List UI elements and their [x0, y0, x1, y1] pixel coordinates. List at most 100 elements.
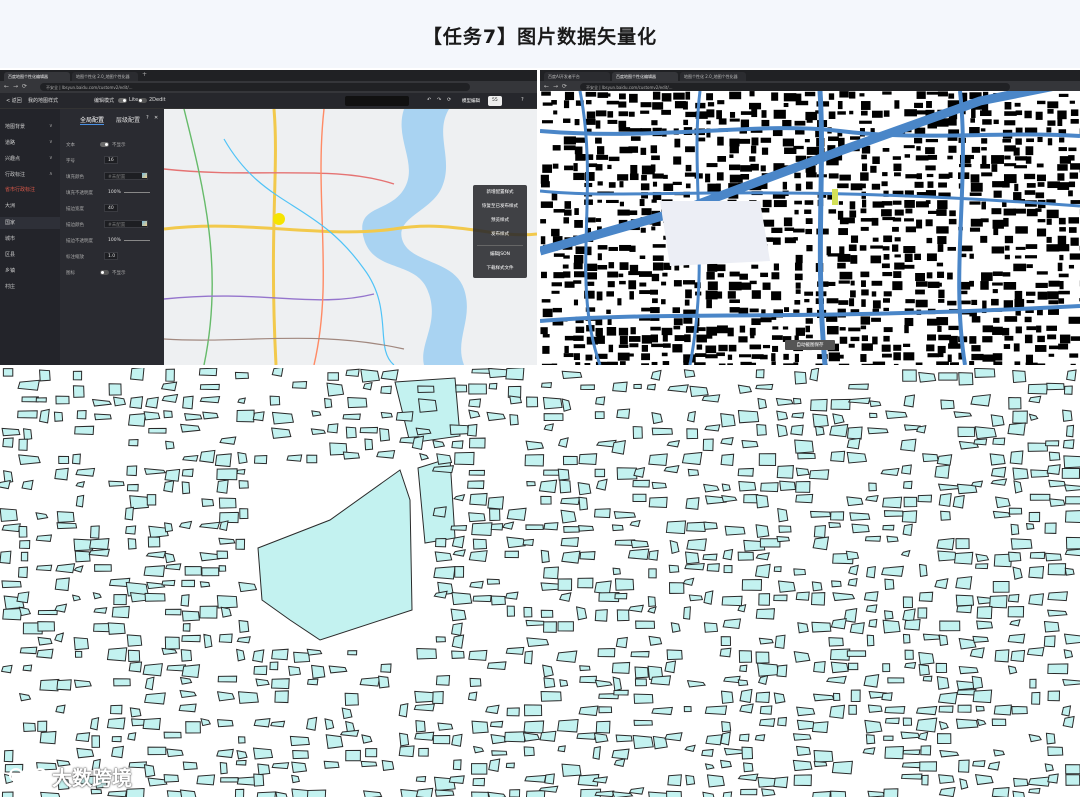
- lite-toggle[interactable]: [118, 98, 127, 103]
- layer-subitem[interactable]: 大洲: [5, 202, 15, 209]
- building-footprint: [437, 722, 454, 731]
- building-block: [926, 101, 932, 108]
- tab-level-config[interactable]: 层级配置: [116, 115, 140, 124]
- building-block: [597, 245, 608, 250]
- building-footprint: [199, 395, 221, 404]
- model-edit-button[interactable]: 模型编辑: [458, 96, 484, 106]
- menu-item[interactable]: 下载样式文件: [473, 265, 527, 271]
- building-footprint: [972, 635, 989, 643]
- building-block: [563, 136, 576, 145]
- layer-subitem-selected[interactable]: 省市行政标注: [5, 186, 35, 193]
- menu-item[interactable]: 恢复至已发布样式: [473, 203, 527, 209]
- watermark-logo-icon: [9, 768, 47, 782]
- layer-item[interactable]: 兴趣点: [5, 155, 20, 162]
- building-footprint: [993, 749, 1006, 757]
- layer-subitem[interactable]: 国家: [5, 219, 15, 226]
- layer-item[interactable]: 地图背景: [5, 123, 25, 130]
- 2d-toggle[interactable]: [138, 98, 147, 103]
- building-footprint: [813, 760, 828, 768]
- building-footprint: [1065, 764, 1080, 775]
- building-block: [564, 345, 569, 354]
- browser-tab[interactable]: 地图个性化 2.0_地图个性化器: [72, 72, 138, 81]
- building-block: [739, 282, 752, 290]
- url-field[interactable]: 不安全 | lbsyun.baidu.com/customv2/edit/...: [580, 83, 1010, 91]
- building-footprint: [882, 619, 901, 634]
- building-footprint: [469, 677, 482, 687]
- menu-item[interactable]: 发布样式: [473, 231, 527, 237]
- back-link[interactable]: < 返回: [6, 97, 22, 104]
- building-footprint: [185, 721, 201, 734]
- building-footprint: [1007, 422, 1026, 436]
- text-toggle[interactable]: [100, 142, 109, 147]
- chevron-up-icon[interactable]: ∧: [49, 171, 53, 177]
- building-footprint: [143, 764, 156, 778]
- close-icon[interactable]: ✕: [154, 115, 158, 121]
- layer-item[interactable]: 行政标注: [5, 171, 25, 178]
- building-footprint: [1065, 536, 1080, 550]
- building-footprint: [557, 468, 570, 481]
- building-footprint: [236, 750, 248, 760]
- building-footprint: [71, 453, 81, 465]
- menu-item[interactable]: 编辑JSON: [473, 251, 527, 257]
- building-footprint: [632, 479, 650, 488]
- building-block: [915, 362, 923, 365]
- building-footprint: [179, 689, 197, 699]
- reload-icon[interactable]: ⟳: [562, 83, 567, 90]
- browser-tab[interactable]: 百度AI开发者平台: [544, 72, 610, 81]
- help-circle-icon[interactable]: ?: [146, 115, 149, 121]
- layer-subitem[interactable]: 乡镇: [5, 267, 15, 274]
- chevron-down-icon[interactable]: ∨: [49, 155, 53, 161]
- browser-tabstrip: 百度AI开发者平台 百度地图个性化编辑器 地图个性化 2.0_地图个性化器: [540, 70, 1080, 81]
- refresh-icon[interactable]: ⟳: [447, 97, 451, 103]
- layer-subitem[interactable]: 村庄: [5, 283, 15, 290]
- publish-button[interactable]: 55: [488, 96, 502, 106]
- building-footprint: [809, 510, 832, 518]
- layer-item[interactable]: 道路: [5, 139, 15, 146]
- layer-subitem[interactable]: 区县: [5, 251, 15, 258]
- back-icon[interactable]: ←: [4, 83, 9, 90]
- building-block: [706, 334, 713, 339]
- forward-icon[interactable]: →: [553, 83, 558, 90]
- building-footprint: [868, 618, 878, 628]
- color-swatch[interactable]: [142, 221, 147, 226]
- chevron-down-icon[interactable]: ∨: [49, 139, 53, 145]
- menu-item[interactable]: 预览样式: [473, 217, 527, 223]
- browser-tab[interactable]: 地图个性化 2.0_地图个性化器: [680, 72, 746, 81]
- building-block: [564, 91, 575, 101]
- building-block: [749, 156, 756, 162]
- layer-subitem[interactable]: 城市: [5, 235, 15, 242]
- back-icon[interactable]: ←: [544, 83, 549, 90]
- building-footprint: [776, 535, 791, 543]
- building-footprint: [937, 550, 957, 562]
- building-footprint: [575, 606, 588, 621]
- undo-icon[interactable]: ↶: [427, 97, 431, 103]
- new-tab-button[interactable]: +: [142, 71, 147, 78]
- building-footprint: [256, 791, 277, 797]
- redo-icon[interactable]: ↷: [437, 97, 441, 103]
- menu-item[interactable]: 新增配置样式: [473, 189, 527, 195]
- building-footprint: [380, 385, 392, 395]
- opacity-slider[interactable]: [124, 192, 150, 193]
- icon-toggle[interactable]: [100, 270, 109, 275]
- opacity-slider[interactable]: [124, 240, 150, 241]
- url-field[interactable]: 不安全 | lbsyun.baidu.com/customv2/edit/...: [40, 83, 470, 91]
- save-screenshot-button[interactable]: 自动截图保存: [785, 340, 835, 350]
- black-white-map[interactable]: [540, 91, 1080, 365]
- building-footprint: [812, 693, 835, 702]
- chevron-down-icon[interactable]: ∨: [49, 123, 53, 129]
- map-search-input[interactable]: [345, 96, 409, 106]
- browser-tab[interactable]: 百度地图个性化编辑器: [612, 72, 678, 81]
- building-footprint: [216, 719, 234, 728]
- reload-icon[interactable]: ⟳: [22, 83, 27, 90]
- building-block: [1013, 263, 1027, 272]
- color-swatch[interactable]: [142, 173, 147, 178]
- building-footprint: [543, 621, 557, 633]
- building-footprint: [848, 704, 857, 715]
- building-block: [903, 246, 916, 254]
- help-icon[interactable]: ?: [521, 97, 524, 103]
- tab-global-config[interactable]: 全局配置: [80, 115, 105, 125]
- browser-tab[interactable]: 百度地图个性化编辑器: [4, 72, 70, 81]
- building-block: [672, 307, 680, 314]
- building-footprint: [238, 480, 249, 489]
- forward-icon[interactable]: →: [13, 83, 18, 90]
